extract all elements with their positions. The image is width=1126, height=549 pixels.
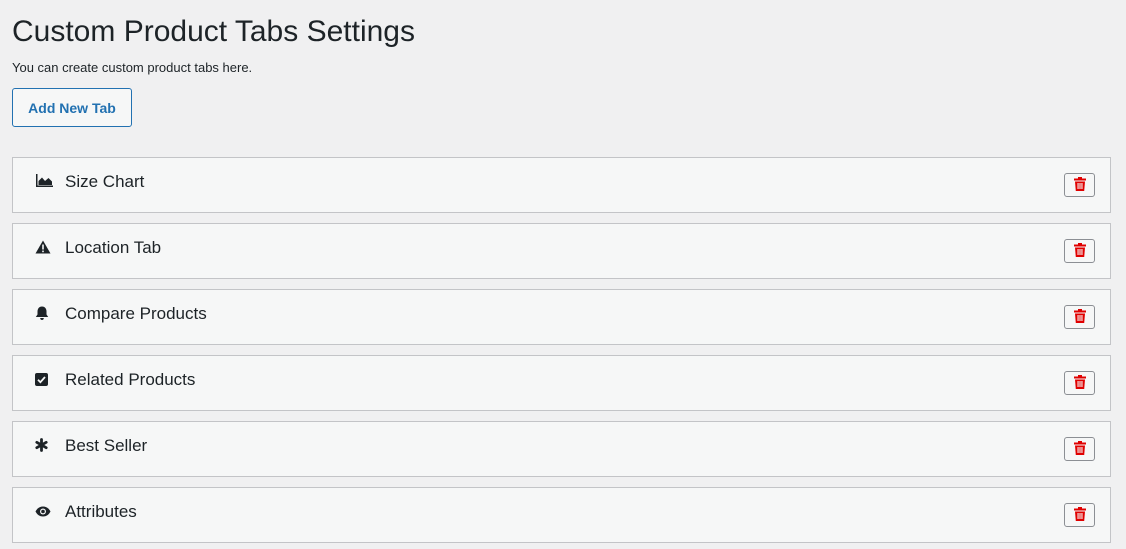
- delete-tab-button[interactable]: [1064, 305, 1095, 329]
- tab-label: Best Seller: [65, 436, 148, 455]
- delete-tab-button[interactable]: [1064, 173, 1095, 197]
- delete-tab-button[interactable]: [1064, 239, 1095, 263]
- bell-icon: [35, 305, 53, 321]
- add-new-tab-button[interactable]: Add New Tab: [12, 88, 132, 127]
- tab-label: Attributes: [65, 502, 137, 521]
- tab-label: Size Chart: [65, 172, 145, 191]
- tab-row-compare-products[interactable]: Compare Products: [12, 289, 1111, 345]
- delete-tab-button[interactable]: [1064, 437, 1095, 461]
- tab-label: Related Products: [65, 370, 196, 389]
- page-title: Custom Product Tabs Settings: [12, 15, 415, 48]
- tab-row-location-tab[interactable]: Location Tab: [12, 223, 1111, 279]
- trash-icon: [1073, 242, 1086, 260]
- page-description: You can create custom product tabs here.: [12, 60, 253, 75]
- tab-list: Size Chart Location Tab Compare Products…: [12, 157, 1111, 549]
- trash-icon: [1073, 374, 1086, 392]
- warning-icon: [35, 239, 53, 255]
- tab-row-attributes[interactable]: Attributes: [12, 487, 1111, 543]
- delete-tab-button[interactable]: [1064, 371, 1095, 395]
- trash-icon: [1073, 176, 1086, 194]
- checkbox-icon: [35, 371, 53, 387]
- tab-label: Compare Products: [65, 304, 207, 323]
- tab-row-related-products[interactable]: Related Products: [12, 355, 1111, 411]
- tab-row-best-seller[interactable]: Best Seller: [12, 421, 1111, 477]
- eye-icon: [35, 503, 53, 519]
- delete-tab-button[interactable]: [1064, 503, 1095, 527]
- tab-label: Location Tab: [65, 238, 162, 257]
- settings-page: Custom Product Tabs Settings You can cre…: [0, 0, 1126, 549]
- tab-row-size-chart[interactable]: Size Chart: [12, 157, 1111, 213]
- trash-icon: [1073, 440, 1086, 458]
- asterisk-icon: [35, 437, 53, 453]
- area-chart-icon: [35, 173, 53, 189]
- trash-icon: [1073, 506, 1086, 524]
- trash-icon: [1073, 308, 1086, 326]
